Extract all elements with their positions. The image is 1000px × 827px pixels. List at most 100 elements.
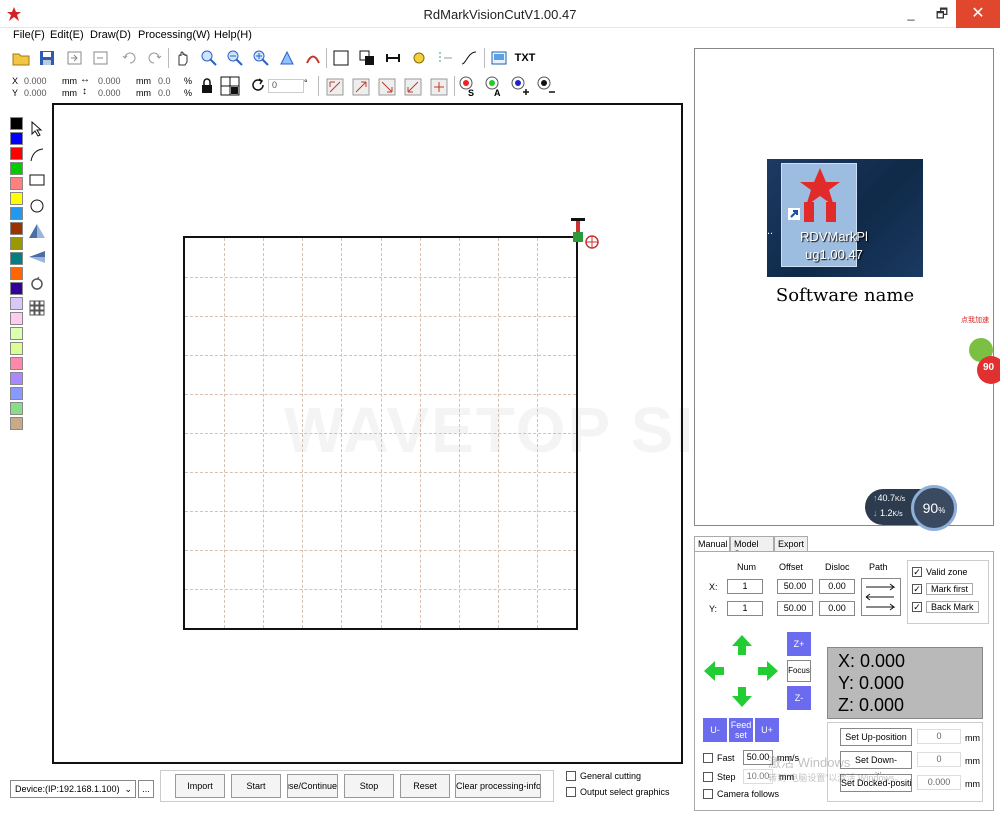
- color-swatch[interactable]: [10, 402, 23, 415]
- general-cutting-checkbox[interactable]: General cutting: [566, 771, 641, 781]
- menu-draw[interactable]: Draw(D): [90, 29, 131, 41]
- color-swatch[interactable]: [10, 417, 23, 430]
- color-swatch[interactable]: [10, 357, 23, 370]
- up-position-input[interactable]: 0: [917, 729, 961, 744]
- y-num-input[interactable]: 1: [727, 601, 763, 616]
- menu-help[interactable]: Help(H): [214, 29, 252, 41]
- bezier-icon[interactable]: [458, 47, 480, 69]
- set-down-position-button[interactable]: Set Down-position: [840, 751, 912, 781]
- color-swatch[interactable]: [10, 342, 23, 355]
- restore-button[interactable]: 🗗: [927, 0, 957, 28]
- device-more-button[interactable]: ...: [138, 780, 154, 798]
- x-num-input[interactable]: 1: [727, 579, 763, 594]
- stop-button[interactable]: Stop: [344, 774, 394, 798]
- height-percent-input[interactable]: 0.0: [158, 88, 171, 98]
- color-swatch[interactable]: [10, 222, 23, 235]
- mirror-bottom-right-icon[interactable]: [378, 78, 396, 99]
- node-edit-icon[interactable]: [276, 47, 298, 69]
- output-select-graphics-checkbox[interactable]: Output select graphics: [566, 787, 670, 797]
- y-offset-input[interactable]: 50.00: [777, 601, 813, 616]
- color-swatch[interactable]: [10, 297, 23, 310]
- x-disloc-input[interactable]: 0.00: [819, 579, 855, 594]
- color-swatch[interactable]: [10, 282, 23, 295]
- mirror-vertical-icon[interactable]: [28, 245, 46, 269]
- export-icon[interactable]: [90, 47, 112, 69]
- color-swatch[interactable]: [10, 387, 23, 400]
- color-swatch[interactable]: [10, 132, 23, 145]
- cut-path-icon[interactable]: [434, 47, 456, 69]
- fast-checkbox[interactable]: Fast: [703, 753, 735, 763]
- z-minus-button[interactable]: Z-: [787, 686, 811, 710]
- ellipse-tool-icon[interactable]: [28, 194, 46, 218]
- feed-set-button[interactable]: Feed set: [729, 718, 753, 742]
- jog-left-arrow-icon[interactable]: [703, 660, 725, 682]
- mirror-bottom-left-icon[interactable]: [404, 78, 422, 99]
- menu-edit[interactable]: Edit(E): [50, 29, 84, 41]
- undo-icon[interactable]: [118, 47, 140, 69]
- rotate-tool-icon[interactable]: [28, 271, 46, 295]
- color-swatch[interactable]: [10, 207, 23, 220]
- docked-position-input[interactable]: 0.000: [917, 775, 961, 790]
- height-input[interactable]: 0.000: [98, 88, 121, 98]
- zoom-in-icon[interactable]: [198, 47, 220, 69]
- clear-processing-info-button[interactable]: Clear processing-infor: [455, 774, 541, 798]
- y-disloc-input[interactable]: 0.00: [819, 601, 855, 616]
- mark-first-checkbox[interactable]: ✓ Mark first: [912, 583, 973, 595]
- jog-up-arrow-icon[interactable]: [731, 634, 753, 656]
- z-plus-button[interactable]: Z+: [787, 632, 811, 656]
- color-swatch[interactable]: [10, 192, 23, 205]
- mirror-top-left-icon[interactable]: [326, 78, 344, 99]
- rectangle-tool-icon[interactable]: [28, 168, 46, 192]
- zoom-out-icon[interactable]: [224, 47, 246, 69]
- camera-follows-checkbox[interactable]: Camera follows: [703, 789, 779, 799]
- align-grid-icon[interactable]: [220, 76, 240, 99]
- color-swatch[interactable]: [10, 372, 23, 385]
- save-icon[interactable]: [36, 47, 58, 69]
- valid-zone-checkbox[interactable]: ✓ Valid zone: [912, 567, 967, 577]
- menu-processing[interactable]: Processing(W): [138, 29, 210, 41]
- color-swatch[interactable]: [10, 162, 23, 175]
- color-swatch[interactable]: [10, 237, 23, 250]
- color-swatch[interactable]: [10, 252, 23, 265]
- preview-window-icon[interactable]: [488, 47, 510, 69]
- jog-right-arrow-icon[interactable]: [757, 660, 779, 682]
- select-arrow-icon[interactable]: [28, 117, 46, 141]
- array-tool-icon[interactable]: [28, 296, 46, 320]
- txt-export-button[interactable]: TXT: [514, 47, 536, 69]
- rectangle-select-icon[interactable]: [330, 47, 352, 69]
- tab-manual[interactable]: Manual: [694, 536, 730, 552]
- step-checkbox[interactable]: Step: [703, 772, 736, 782]
- pause-continue-button[interactable]: Pause/Continue: [287, 774, 338, 798]
- color-swatch[interactable]: [10, 312, 23, 325]
- focus-button[interactable]: Focus: [787, 660, 811, 682]
- redo-icon[interactable]: [144, 47, 166, 69]
- import-button[interactable]: Import: [175, 774, 225, 798]
- color-swatch[interactable]: [10, 267, 23, 280]
- group-icon[interactable]: [356, 47, 378, 69]
- pan-hand-icon[interactable]: [172, 47, 194, 69]
- desktop-shortcut[interactable]: RDVMarkPl ug1.00.47: [781, 163, 868, 267]
- center-align-icon[interactable]: [430, 78, 448, 99]
- x-position-input[interactable]: 0.000: [24, 76, 47, 86]
- camera-minus-icon[interactable]: [536, 75, 556, 100]
- minimize-button[interactable]: _: [896, 0, 926, 28]
- u-minus-button[interactable]: U-: [703, 718, 727, 742]
- lock-ratio-icon[interactable]: [200, 77, 214, 98]
- open-file-icon[interactable]: [10, 47, 32, 69]
- width-input[interactable]: 0.000: [98, 76, 121, 86]
- color-swatch[interactable]: [10, 177, 23, 190]
- color-swatch[interactable]: [10, 147, 23, 160]
- rotate-angle-input[interactable]: 0: [268, 79, 304, 93]
- y-position-input[interactable]: 0.000: [24, 88, 47, 98]
- camera-plus-icon[interactable]: [510, 75, 530, 100]
- speed-gauge[interactable]: 90%: [911, 485, 957, 531]
- u-plus-button[interactable]: U+: [755, 718, 779, 742]
- color-swatch[interactable]: [10, 117, 23, 130]
- light-icon[interactable]: [408, 47, 430, 69]
- x-offset-input[interactable]: 50.00: [777, 579, 813, 594]
- mirror-top-right-icon[interactable]: [352, 78, 370, 99]
- path-selector-icon[interactable]: [861, 578, 901, 616]
- tab-model-set[interactable]: Model Set: [730, 536, 774, 559]
- zoom-fit-icon[interactable]: [250, 47, 272, 69]
- color-swatch[interactable]: [10, 327, 23, 340]
